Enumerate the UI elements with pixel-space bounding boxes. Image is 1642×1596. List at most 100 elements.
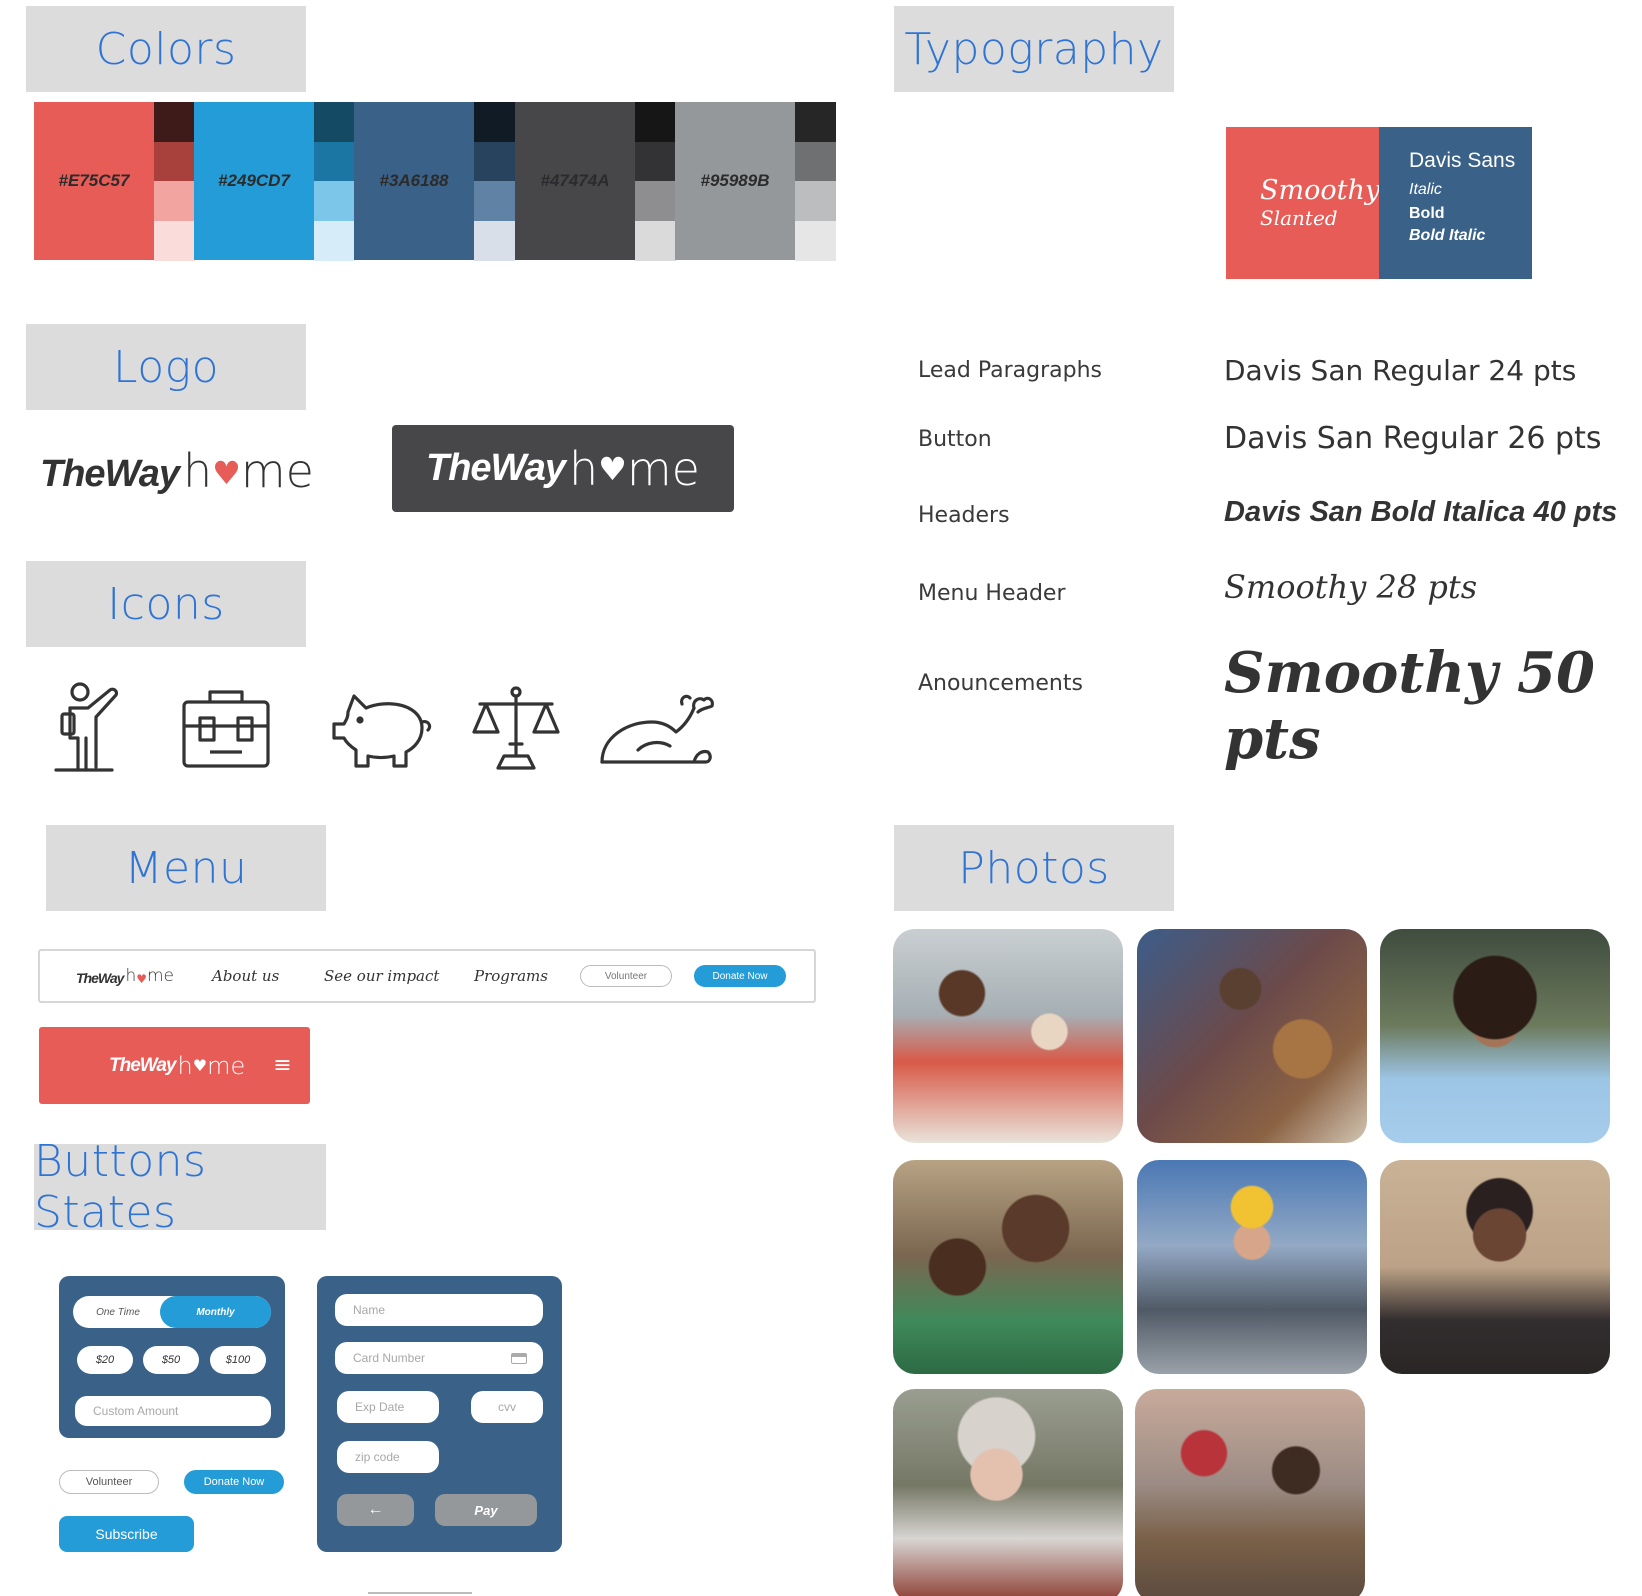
logo-the-way: TheWay <box>40 453 180 495</box>
logo-dark: TheWay h ♥ me <box>392 425 734 512</box>
card-number-placeholder: Card Number <box>353 1351 426 1365</box>
one-time-option[interactable]: One Time <box>76 1298 160 1326</box>
type-value-headers: Davis San Bold Italica 40 pts <box>1224 496 1618 528</box>
colors-heading: Colors <box>26 6 306 92</box>
color-shade <box>635 181 676 221</box>
logo-me: me <box>207 1051 246 1080</box>
color-swatch: #E75C57 <box>34 102 154 260</box>
type-label-button: Button <box>918 427 992 452</box>
color-shade <box>795 220 836 261</box>
nav-impact-link[interactable]: See our impact <box>324 967 474 985</box>
color-shade <box>154 220 195 261</box>
logo-me: me <box>240 444 314 498</box>
type-label-menu-header: Menu Header <box>918 581 1066 606</box>
type-value-announcements: Smoothy 50 pts <box>1224 640 1595 772</box>
color-shade <box>795 181 836 221</box>
heart-icon: ♥ <box>136 972 147 986</box>
nav-about-link[interactable]: About us <box>212 967 324 985</box>
amount-50-button[interactable]: $50 <box>143 1346 199 1374</box>
photo-smiling-man-in-jacket <box>1380 1160 1610 1374</box>
mobile-nav-bar: TheWay h ♥ me ≡ <box>39 1027 310 1104</box>
monthly-option[interactable]: Monthly <box>160 1296 271 1328</box>
color-shade <box>635 141 676 182</box>
donate-now-button[interactable]: Donate Now <box>184 1470 284 1494</box>
color-shade <box>314 141 355 182</box>
logo-me: me <box>626 441 700 496</box>
logo-the-way: TheWay <box>426 447 566 489</box>
type-label-headers: Headers <box>918 503 1010 528</box>
type-value-menu-header: Smoothy 28 pts <box>1224 568 1478 606</box>
smoothy-sample: Smoothy <box>1260 175 1381 206</box>
type-value-lead: Davis San Regular 24 pts <box>1224 354 1577 387</box>
slanted-sample: Slanted <box>1260 206 1338 230</box>
photo-volunteer-woman-smiling <box>1380 929 1610 1143</box>
subscribe-button[interactable]: Subscribe <box>59 1516 194 1552</box>
card-number-input[interactable]: Card Number <box>335 1342 543 1374</box>
photos-heading: Photos <box>894 825 1174 911</box>
color-shade <box>154 102 195 142</box>
cvv-input[interactable]: cvv <box>471 1391 543 1423</box>
photo-volunteer-with-elderly-woman <box>893 929 1123 1143</box>
nav-programs-link[interactable]: Programs <box>474 967 580 985</box>
divider <box>368 1592 472 1594</box>
color-shade <box>635 102 676 142</box>
nav-volunteer-button[interactable]: Volunteer <box>580 965 672 987</box>
logo-light: TheWay h ♥ me <box>40 436 314 496</box>
amount-20-button[interactable]: $20 <box>77 1346 133 1374</box>
pay-button[interactable]: Pay <box>435 1494 537 1526</box>
color-shade <box>314 220 355 261</box>
turkey-icon <box>598 690 720 774</box>
amount-100-button[interactable]: $100 <box>210 1346 266 1374</box>
logo-h: h <box>125 966 137 986</box>
heart-icon: ♥ <box>192 1056 208 1075</box>
custom-amount-input[interactable]: Custom Amount <box>75 1396 271 1426</box>
color-shade <box>795 141 836 182</box>
type-specimen-red: Smoothy Slanted <box>1226 127 1381 279</box>
hamburger-menu-icon[interactable]: ≡ <box>273 1053 291 1078</box>
type-specimen-blue: Davis Sans Italic Bold Bold Italic <box>1379 127 1532 279</box>
exp-date-input[interactable]: Exp Date <box>337 1391 439 1423</box>
color-shade <box>635 220 676 261</box>
color-shade <box>474 181 515 221</box>
color-swatch: #249CD7 <box>194 102 314 260</box>
nav-logo[interactable]: TheWay h ♥ me <box>76 966 210 986</box>
nav-donate-button[interactable]: Donate Now <box>694 965 786 987</box>
piggy-bank-icon <box>330 690 434 774</box>
briefcase-icon <box>180 686 272 774</box>
bold-italic-sample: Bold Italic <box>1409 227 1486 244</box>
color-shade <box>154 141 195 182</box>
color-shade <box>795 102 836 142</box>
logo-h: h <box>177 1051 193 1080</box>
type-label-announcements: Anouncements <box>918 671 1083 696</box>
color-shade <box>474 102 515 142</box>
type-value-button: Davis San Regular 26 pts <box>1224 421 1602 456</box>
photo-mother-and-child-with-teddy <box>1137 929 1367 1143</box>
logo-me: me <box>146 966 175 986</box>
logo-the-way: TheWay <box>76 970 124 986</box>
menu-heading: Menu <box>46 825 326 911</box>
back-button[interactable]: ← <box>337 1494 414 1526</box>
color-swatch: #95989B <box>675 102 795 260</box>
color-swatch: #3A6188 <box>354 102 474 260</box>
photo-couple-selfie <box>893 1160 1123 1374</box>
photo-worker-thumbs-up <box>1137 1160 1367 1374</box>
color-shade <box>474 141 515 182</box>
davis-sans-sample: Davis Sans <box>1409 149 1516 172</box>
scales-icon <box>470 684 562 776</box>
color-shade <box>314 181 355 221</box>
logo-h: h <box>569 441 599 496</box>
buttons-states-heading: Buttons States <box>34 1136 326 1238</box>
heart-icon: ♥ <box>212 454 241 492</box>
photo-elderly-woman-in-beanie <box>893 1389 1123 1596</box>
desktop-nav-bar: TheWay h ♥ me About us See our impact Pr… <box>38 949 816 1003</box>
logo-heading: Logo <box>26 324 306 410</box>
volunteer-button[interactable]: Volunteer <box>59 1470 159 1494</box>
volunteer-icon <box>52 680 128 776</box>
name-input[interactable]: Name <box>335 1294 543 1326</box>
color-swatch: #47474A <box>515 102 635 260</box>
icons-heading: Icons <box>26 561 306 647</box>
photo-volunteer-helping-man <box>1135 1389 1365 1596</box>
logo-h: h <box>183 444 213 498</box>
bold-sample: Bold <box>1409 205 1445 222</box>
zip-code-input[interactable]: zip code <box>337 1441 439 1473</box>
